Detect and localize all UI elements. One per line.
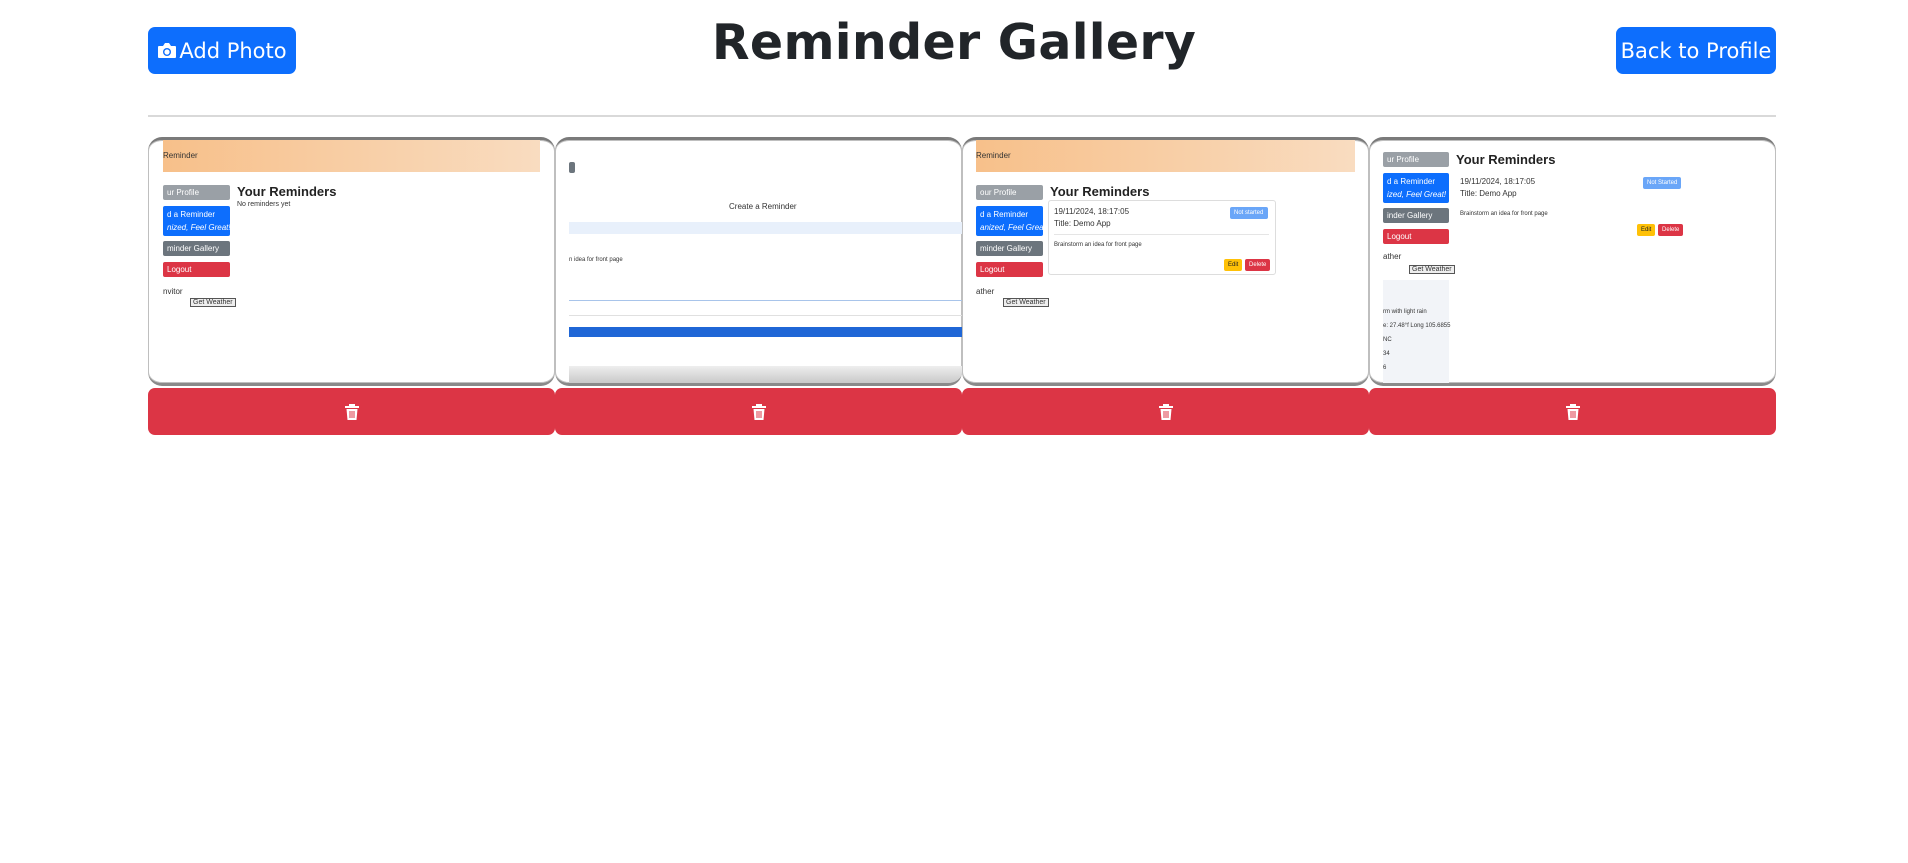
screenshot-delete-button: Delete bbox=[1245, 259, 1270, 271]
screenshot-weather-label: ather bbox=[1383, 252, 1402, 261]
photo-thumbnail: Reminder our Profile d a Reminder anized… bbox=[962, 140, 1369, 383]
gallery-photo[interactable]: Reminder our Profile d a Reminder anized… bbox=[962, 137, 1369, 386]
photo-thumbnail: Create a Reminder n idea for front page bbox=[555, 140, 962, 383]
back-to-profile-button[interactable]: Back to Profile bbox=[1616, 27, 1776, 74]
screenshot-selected-option bbox=[569, 327, 962, 337]
screenshot-edit-button: Edit bbox=[1224, 259, 1242, 271]
screenshot-heading: Your Reminders bbox=[1456, 152, 1556, 167]
screenshot-weather-label: nvitor bbox=[163, 287, 183, 296]
screenshot-description: Brainstorm an idea for front page bbox=[1460, 211, 1548, 217]
delete-photo-button[interactable] bbox=[962, 388, 1369, 435]
screenshot-field-text: n idea for front page bbox=[569, 257, 623, 263]
screenshot-brand: Reminder bbox=[163, 151, 198, 160]
screenshot-nav-item: d a Reminder bbox=[167, 210, 216, 219]
screenshot-weather-button: Get Weather bbox=[1409, 265, 1455, 274]
divider bbox=[148, 115, 1776, 117]
screenshot-edit-button: Edit bbox=[1637, 224, 1655, 236]
screenshot-empty-text: No reminders yet bbox=[237, 201, 291, 208]
gallery-photo[interactable]: Reminder ur Profile d a Reminder nized, … bbox=[148, 137, 555, 386]
screenshot-navbar bbox=[976, 140, 1355, 172]
screenshot-date: 19/11/2024, 18:17:05 bbox=[1460, 177, 1536, 186]
screenshot-weather-label: ather bbox=[976, 287, 995, 296]
trash-icon bbox=[751, 403, 766, 420]
screenshot-nav-item: ur Profile bbox=[163, 185, 230, 200]
screenshot-description: Brainstorm an idea for front page bbox=[1054, 242, 1142, 248]
screenshot-nav-item: Logout bbox=[976, 262, 1043, 277]
screenshot-nav-item: anized, Feel Great! bbox=[980, 223, 1043, 232]
screenshot-weather-panel: rm with light rain e: 27.48°f Long 105.6… bbox=[1383, 280, 1451, 383]
screenshot-input bbox=[569, 222, 962, 234]
screenshot-nav-item: minder Gallery bbox=[163, 241, 230, 256]
trash-icon bbox=[344, 403, 359, 420]
gallery-photo[interactable]: ur Profile d a Reminder ized, Feel Great… bbox=[1369, 137, 1776, 386]
screenshot-nav-item: ur Profile bbox=[1383, 152, 1449, 167]
trash-icon bbox=[1565, 403, 1580, 420]
screenshot-weather-button: Get Weather bbox=[190, 298, 236, 307]
screenshot-item-title: Title: Demo App bbox=[1460, 189, 1517, 198]
screenshot-weather-button: Get Weather bbox=[1003, 298, 1049, 307]
screenshot-reminder-card: 19/11/2024, 18:17:05 Title: Demo App Not… bbox=[1048, 200, 1276, 275]
screenshot-nav-item: minder Gallery bbox=[976, 241, 1043, 256]
trash-icon bbox=[1158, 403, 1173, 420]
screenshot-heading: Your Reminders bbox=[1050, 184, 1150, 199]
screenshot-date: 19/11/2024, 18:17:05 bbox=[1054, 207, 1130, 216]
screenshot-nav-item: d a Reminder bbox=[1387, 177, 1436, 186]
screenshot-nav-item: inder Gallery bbox=[1383, 208, 1449, 223]
screenshot-weather-line: e: 27.48°f Long 105.6855 bbox=[1383, 323, 1451, 329]
screenshot-weather-line: 34 bbox=[1383, 351, 1390, 357]
screenshot-brand: Reminder bbox=[976, 151, 1011, 160]
screenshot-weather-line: NC bbox=[1383, 337, 1392, 343]
screenshot-footer bbox=[569, 366, 962, 383]
screenshot-back-button bbox=[569, 162, 575, 173]
screenshot-nav-item: d a Reminder bbox=[980, 210, 1029, 219]
screenshot-delete-button: Delete bbox=[1658, 224, 1683, 236]
photo-thumbnail: ur Profile d a Reminder ized, Feel Great… bbox=[1369, 140, 1776, 383]
screenshot-weather-line: rm with light rain bbox=[1383, 309, 1427, 315]
screenshot-navbar bbox=[163, 140, 540, 172]
screenshot-form-title: Create a Reminder bbox=[729, 202, 797, 211]
screenshot-nav-item: ized, Feel Great! bbox=[1387, 190, 1447, 199]
screenshot-divider bbox=[569, 300, 962, 301]
screenshot-nav-item: our Profile bbox=[976, 185, 1043, 200]
gallery-photo[interactable]: Create a Reminder n idea for front page bbox=[555, 137, 962, 386]
screenshot-nav-item: nized, Feel Great! bbox=[167, 223, 230, 232]
screenshot-nav-item: Logout bbox=[163, 262, 230, 277]
photo-thumbnail: Reminder ur Profile d a Reminder nized, … bbox=[148, 140, 555, 383]
delete-photo-button[interactable] bbox=[555, 388, 962, 435]
screenshot-status-badge: Not Started bbox=[1643, 177, 1681, 189]
screenshot-weather-line: 6 bbox=[1383, 365, 1387, 371]
screenshot-heading: Your Reminders bbox=[237, 184, 337, 199]
screenshot-nav-item: Logout bbox=[1383, 229, 1449, 244]
screenshot-divider bbox=[569, 315, 962, 316]
screenshot-item-title: Title: Demo App bbox=[1054, 219, 1111, 228]
delete-photo-button[interactable] bbox=[148, 388, 555, 435]
screenshot-status-badge: Not started bbox=[1230, 207, 1268, 219]
delete-photo-button[interactable] bbox=[1369, 388, 1776, 435]
